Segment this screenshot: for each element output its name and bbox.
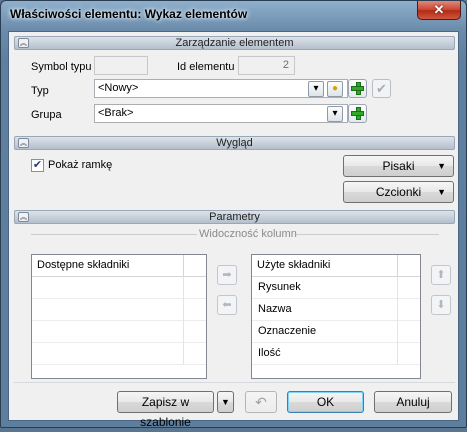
list-item bbox=[32, 277, 206, 299]
footer-divider bbox=[14, 382, 455, 383]
pens-button[interactable]: Pisaki ▼ bbox=[343, 155, 454, 177]
symbol-type-label: Symbol typu bbox=[31, 61, 92, 73]
chevron-down-icon: ▼ bbox=[221, 397, 230, 407]
cancel-button[interactable]: Anuluj bbox=[374, 391, 452, 413]
available-list-header[interactable]: Dostępne składniki bbox=[32, 255, 206, 277]
list-item[interactable]: Ilość bbox=[252, 343, 420, 365]
show-frame-checkbox[interactable]: ✔ bbox=[31, 159, 44, 172]
collapse-chevron-icon[interactable]: ︽ bbox=[18, 138, 29, 148]
move-right-icon[interactable]: ➡ bbox=[217, 265, 237, 285]
move-up-icon[interactable]: ⬆ bbox=[431, 265, 451, 285]
section-parameters-title: Parametry bbox=[209, 211, 260, 223]
undo-button[interactable]: ↶ bbox=[245, 391, 277, 413]
add-group-button[interactable] bbox=[348, 104, 367, 123]
save-template-dropdown[interactable]: ▼ bbox=[217, 391, 234, 413]
used-components-list[interactable]: Użyte składniki Rysunek Nazwa Oznaczenie… bbox=[251, 254, 421, 379]
show-frame-label[interactable]: Pokaż ramkę bbox=[48, 159, 112, 171]
group-dropdown-icon[interactable]: ▾ bbox=[327, 106, 343, 122]
dialog-body: ︽ Zarządzanie elementem Symbol typu Id e… bbox=[8, 31, 459, 429]
list-item[interactable]: Nazwa bbox=[252, 299, 420, 321]
list-item bbox=[32, 343, 206, 365]
fieldset-divider-right bbox=[296, 234, 439, 235]
save-template-button[interactable]: Zapisz w szablonie bbox=[117, 391, 214, 429]
section-appearance-title: Wygląd bbox=[216, 137, 253, 149]
element-id-label: Id elementu bbox=[177, 61, 235, 73]
section-management-title: Zarządzanie elementem bbox=[175, 37, 294, 49]
group-field[interactable]: <Brak> bbox=[94, 104, 348, 123]
type-label: Typ bbox=[31, 85, 49, 97]
section-parameters-header[interactable]: ︽ Parametry bbox=[14, 210, 455, 224]
move-down-icon[interactable]: ⬇ bbox=[431, 295, 451, 315]
element-id-field[interactable]: 2 bbox=[238, 56, 295, 75]
undo-icon: ↶ bbox=[255, 394, 267, 410]
section-management-header[interactable]: ︽ Zarządzanie elementem bbox=[14, 36, 455, 50]
group-label: Grupa bbox=[31, 109, 62, 121]
used-list-header[interactable]: Użyte składniki bbox=[252, 255, 420, 277]
column-visibility-title: Widoczność kolumn bbox=[199, 228, 297, 240]
properties-dialog: Właściwości elementu: Wykaz elementów ✕ … bbox=[0, 0, 467, 429]
title-bar: Właściwości elementu: Wykaz elementów ✕ bbox=[1, 1, 466, 31]
collapse-chevron-icon[interactable]: ︽ bbox=[18, 212, 29, 222]
chevron-down-icon: ▼ bbox=[437, 187, 446, 197]
fieldset-divider-left bbox=[31, 234, 197, 235]
symbol-type-field[interactable] bbox=[94, 56, 148, 75]
checkmark-icon[interactable]: ✔ bbox=[372, 79, 391, 98]
list-item[interactable]: Oznaczenie bbox=[252, 321, 420, 343]
bulb-icon[interactable]: ● bbox=[327, 81, 343, 97]
small-dropdown-icon[interactable]: ▾ bbox=[308, 81, 324, 97]
fonts-button[interactable]: Czcionki ▼ bbox=[343, 181, 454, 203]
list-item bbox=[32, 299, 206, 321]
collapse-chevron-icon[interactable]: ︽ bbox=[18, 38, 29, 48]
close-button[interactable]: ✕ bbox=[417, 1, 461, 20]
move-left-icon[interactable]: ⬅ bbox=[217, 295, 237, 315]
add-type-button[interactable] bbox=[348, 79, 367, 98]
ok-button[interactable]: OK bbox=[287, 391, 364, 413]
list-item bbox=[32, 321, 206, 343]
window-title: Właściwości elementu: Wykaz elementów bbox=[10, 7, 248, 21]
available-components-list[interactable]: Dostępne składniki bbox=[31, 254, 207, 379]
list-item[interactable]: Rysunek bbox=[252, 277, 420, 299]
section-appearance-header[interactable]: ︽ Wygląd bbox=[14, 136, 455, 150]
chevron-down-icon: ▼ bbox=[437, 161, 446, 171]
